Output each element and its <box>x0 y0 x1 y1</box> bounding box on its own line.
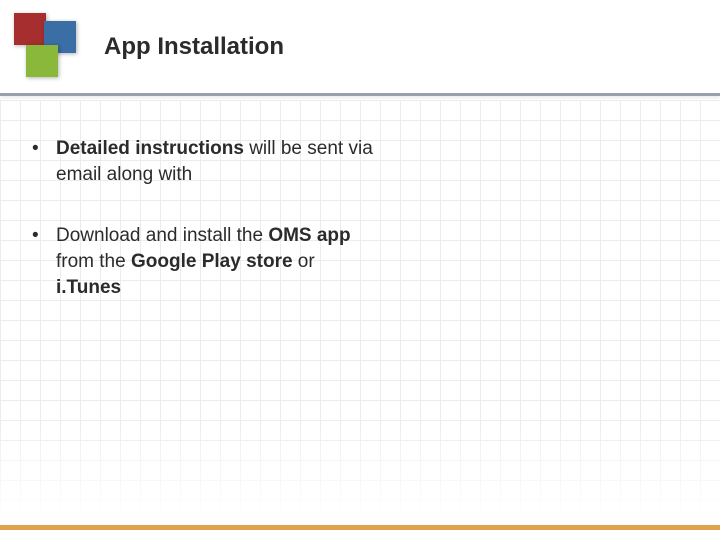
text-run: Google Play store <box>131 251 293 272</box>
bullet-list: Detailed instructions will be sent via e… <box>22 136 688 300</box>
slide-body: Detailed instructions will be sent via e… <box>0 96 720 300</box>
text-run: Detailed instructions <box>56 138 244 159</box>
text-run: Download and install the <box>56 225 268 246</box>
slide-header: App Installation <box>0 0 720 96</box>
bullet-item: Detailed instructions will be sent via e… <box>22 136 382 187</box>
text-run: OMS app <box>268 225 350 246</box>
text-run: or <box>293 251 315 272</box>
bullet-item: Download and install the OMS app from th… <box>22 223 382 300</box>
text-run: i.Tunes <box>56 277 121 298</box>
logo-squares-icon <box>14 13 82 81</box>
slide-title: App Installation <box>104 33 284 61</box>
text-run: from the <box>56 251 131 272</box>
bottom-accent-bar <box>0 525 720 530</box>
